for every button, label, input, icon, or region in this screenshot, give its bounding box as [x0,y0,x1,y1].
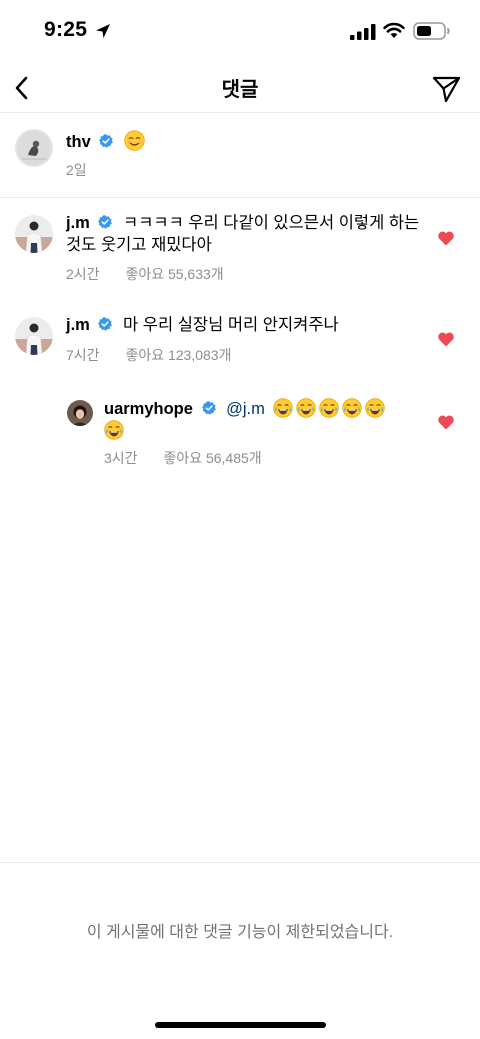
tears-of-joy-emoji-icon [273,398,294,418]
verified-badge-icon [99,134,114,148]
cellular-signal-icon [350,24,376,40]
share-button[interactable] [426,68,466,108]
comment-item: j.m ㅋㅋㅋㅋ 우리 다같이 있으믄서 이렇게 하는 것도 웃기고 재밌다아 … [0,198,480,293]
wifi-icon [383,22,405,38]
header-bar: 댓글 [0,62,480,113]
mention-link[interactable]: @j.m [226,400,265,418]
tears-of-joy-emoji-icon [365,398,386,418]
avatar[interactable] [15,317,53,355]
heart-icon[interactable] [437,331,455,347]
smiling-face-icon [124,130,145,151]
caption-username[interactable]: thv [66,133,91,151]
status-time: 9:25 [44,18,88,41]
comment-time: 2시간 [66,266,100,282]
avatar[interactable] [15,215,53,253]
comment-item: j.m 마 우리 실장님 머리 안지켜주나 7시간 좋아요 123,083개 [0,300,480,380]
reply-time: 3시간 [104,450,138,466]
post-caption: thv 2일 [0,113,480,198]
comments-restricted-notice: 이 게시물에 대한 댓글 기능이 제한되었습니다. [86,924,394,941]
tears-of-joy-emoji-icon [104,420,124,440]
battery-icon [413,22,450,40]
comment-username[interactable]: j.m [66,316,90,334]
comment-likes-count[interactable]: 좋아요 123,083개 [125,347,231,363]
verified-badge-icon [98,317,113,331]
reply-username[interactable]: uarmyhope [104,400,193,418]
avatar[interactable] [67,400,93,426]
page-title: 댓글 [221,79,259,101]
comment-username[interactable]: j.m [66,214,90,232]
verified-badge-icon [201,401,216,415]
tears-of-joy-emoji-icon [342,398,363,418]
verified-badge-icon [98,215,113,229]
footer-divider [0,862,480,863]
avatar[interactable] [15,129,53,167]
caption-time: 2일 [66,162,87,178]
tears-of-joy-emoji-icon [319,398,340,418]
comment-text: 마 우리 실장님 머리 안지켜주나 [123,316,339,334]
location-arrow-icon [96,24,110,38]
tears-of-joy-emoji-icon [296,398,317,418]
comment-text: ㅋㅋㅋㅋ 우리 다같이 있으믄서 이렇게 하는 [123,214,420,232]
home-indicator[interactable] [155,1022,326,1028]
status-bar: 9:25 [0,0,480,62]
reply-item: uarmyhope @j.m 3시간 좋아요 56,485개 [0,388,480,478]
comment-likes-count[interactable]: 좋아요 55,633개 [125,266,223,282]
heart-icon[interactable] [437,230,455,246]
paper-plane-icon [432,76,461,103]
comment-text-continued: 것도 웃기고 재밌다아 [66,236,212,254]
heart-icon[interactable] [437,414,455,430]
comment-time: 7시간 [66,347,100,363]
reply-likes-count[interactable]: 좋아요 56,485개 [163,450,261,466]
